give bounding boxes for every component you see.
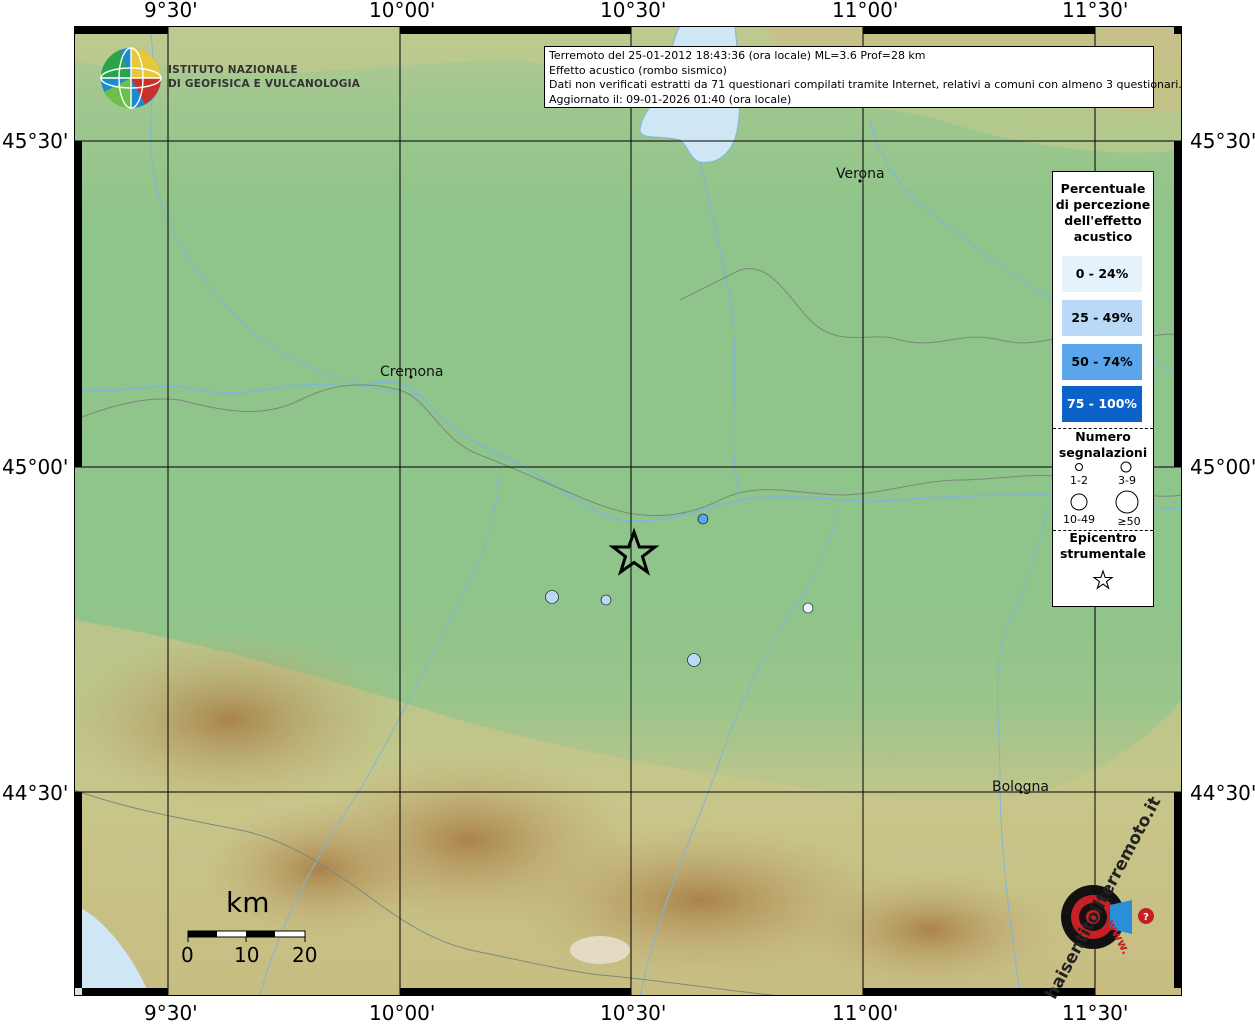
event-info-box: Terremoto del 25-01-2012 18:43:36 (ora l… [544,46,1182,108]
map: ? [74,26,1182,996]
legend-count-symbols [1070,461,1139,514]
lon-label-top: 9°30' [144,0,198,22]
lon-label-top: 10°00' [369,0,436,22]
lat-label-right: 45°00' [1190,455,1255,479]
lat-label-left: 45°30' [2,129,69,153]
snow-peak [570,936,630,964]
lon-label-bottom: 10°00' [369,1001,436,1025]
lon-label-bottom: 9°30' [144,1001,198,1025]
legend-title-line: di percezione [1055,197,1151,212]
ingv-globe-icon [100,47,162,109]
lon-label-bottom: 11°30' [1062,1001,1129,1025]
scale-tick-label: 10 [234,943,260,967]
lat-label-right: 45°30' [1190,129,1255,153]
lat-label-right: 44°30' [1190,781,1255,805]
lon-label-top: 10°30' [600,0,667,22]
report-point[interactable] [600,594,612,606]
city-label-verona: Verona [836,166,885,182]
city-label-bologna: Bologna [992,779,1049,795]
legend-epicenter-title: Epicentro [1069,530,1137,545]
scale-tick-label: 20 [292,943,318,967]
legend-class-25-49: 25 - 49% [1062,300,1142,336]
legend-epicenter-title: strumentale [1059,546,1147,561]
lon-label-bottom: 10°30' [600,1001,667,1025]
report-point[interactable] [697,513,709,525]
ingv-logo-line2: DI GEOFISICA E VULCANOLOGIA [168,78,361,90]
legend-count-label: 10-49 [1063,513,1095,526]
event-info-line: Aggiornato il: 09-01-2026 01:40 (ora loc… [549,92,792,106]
lon-label-bottom: 11°00' [832,1001,899,1025]
report-point[interactable] [687,653,701,667]
lon-label-top: 11°30' [1062,0,1129,22]
legend-count-title: Numero [1075,429,1131,444]
legend-count-label: 1-2 [1070,474,1088,487]
legend-count-label: 3-9 [1118,474,1136,487]
legend-title-line: acustico [1073,229,1133,244]
legend-class-50-74: 50 - 74% [1062,344,1142,380]
legend: Percentuale di percezione dell'effetto a… [1052,171,1154,607]
lat-label-left: 44°30' [2,781,69,805]
event-info-line: Dati non verificati estratti da 71 quest… [549,78,1182,91]
event-info-line: Effetto acustico (rombo sismico) [549,63,727,77]
legend-title-line: dell'effetto [1064,213,1142,228]
scale-tick-label: 0 [181,943,194,967]
svg-text:?: ? [1143,912,1149,923]
lon-label-top: 11°00' [832,0,899,22]
legend-title-line: Percentuale [1060,181,1146,196]
ingv-logo-line1: ISTITUTO NAZIONALE [168,64,298,76]
report-point[interactable] [545,590,559,604]
legend-class-75-100: 75 - 100% [1062,386,1142,422]
legend-star-icon [1092,569,1114,590]
apennine-peaks [800,870,1060,990]
legend-count-label: ≥50 [1117,515,1141,528]
lat-label-left: 45°00' [2,455,69,479]
report-point[interactable] [802,602,814,614]
legend-class-0-24: 0 - 24% [1062,256,1142,292]
apennine-peaks [200,800,440,940]
scale-unit: km [226,886,270,919]
event-info-line: Terremoto del 25-01-2012 18:43:36 (ora l… [549,49,926,62]
city-label-cremona: Cremona [380,364,444,380]
